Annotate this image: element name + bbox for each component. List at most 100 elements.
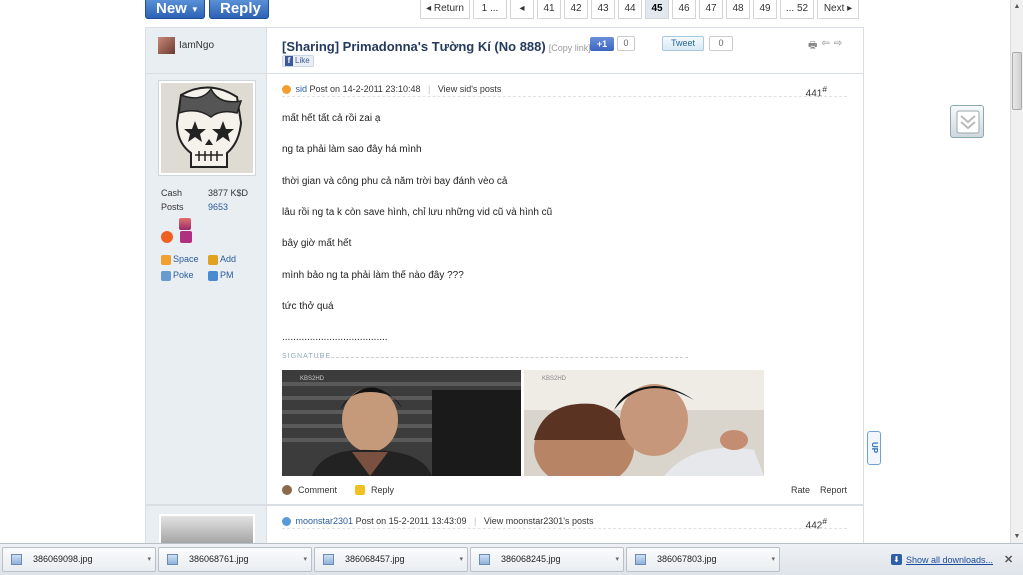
page-last[interactable]: ... 52 (780, 0, 814, 19)
chevron-down-icon[interactable]: ▾ (147, 548, 151, 571)
next-thread-icon[interactable]: ⇨ (834, 38, 842, 55)
page-prev[interactable]: ◂ (510, 0, 534, 19)
page-42[interactable]: 42 (564, 0, 588, 19)
reply-link[interactable]: Reply (371, 485, 394, 495)
facebook-like-button[interactable]: f Like (282, 55, 314, 67)
report-link[interactable]: Report (820, 485, 847, 495)
author-avatar[interactable] (159, 81, 255, 175)
post-number-hash-2: # (822, 516, 827, 526)
post-line-6: mình bảo ng ta phải làm thế nào đây ??? (282, 270, 464, 281)
image-file-icon (11, 554, 22, 565)
image-file-icon (167, 554, 178, 565)
signature-image-left: KBS2HD (282, 370, 521, 476)
download-item-2[interactable]: 386068761.jpg ▾ (158, 547, 312, 572)
author-avatar-2[interactable] (159, 514, 255, 543)
page-44[interactable]: 44 (618, 0, 642, 19)
chevron-down-icon[interactable]: ▾ (303, 548, 307, 571)
badge-flower-icon (180, 231, 192, 243)
thread-tools: 🖶 ⇦ ⇨ (808, 38, 842, 55)
starter-avatar[interactable] (158, 37, 175, 54)
thread-title-text: [Sharing] Primadonna's Tường Kí (No 888) (282, 39, 546, 54)
page-47[interactable]: 47 (699, 0, 723, 19)
reply-thread-button[interactable]: Reply (209, 0, 269, 19)
page-next[interactable]: Next ▸ (817, 0, 859, 19)
download-item-5[interactable]: 386067803.jpg ▾ (626, 547, 780, 572)
chevron-down-icon[interactable]: ▾ (459, 548, 463, 571)
stat-value-posts[interactable]: 9653 (208, 202, 228, 212)
page-48[interactable]: 48 (726, 0, 750, 19)
show-all-downloads-link[interactable]: Show all downloads... (906, 555, 993, 565)
download-item-1[interactable]: 386069098.jpg ▾ (2, 547, 156, 572)
chevron-down-icon[interactable]: ▾ (615, 548, 619, 571)
page-46[interactable]: 46 (672, 0, 696, 19)
vertical-scrollbar[interactable]: ▲ ▼ (1010, 0, 1023, 543)
add-friend-icon (208, 254, 218, 265)
stat-label-cash: Cash (161, 188, 183, 198)
page-return[interactable]: ◂ Return (420, 0, 470, 19)
post-number-value: 441 (805, 88, 823, 100)
author-panel: Cash 3877 K$D Posts 9653 Space Add Poke … (146, 74, 267, 504)
meta-divider (282, 96, 847, 97)
view-author-posts[interactable]: View sid's posts (438, 84, 502, 94)
post-actions-right: Rate Report (791, 485, 847, 495)
download-filename-5: 386067803.jpg (657, 554, 717, 564)
home-icon (161, 254, 171, 265)
post-number-2[interactable]: 442# (806, 516, 827, 531)
tweet-button[interactable]: Tweet (662, 36, 704, 51)
copy-link[interactable]: [Copy link] (549, 43, 591, 53)
post-author-2[interactable]: moonstar2301 (296, 516, 354, 526)
download-arrow-icon: ⬇ (891, 554, 902, 565)
chevron-down-icon: ▼ (190, 4, 199, 14)
rate-link[interactable]: Rate (791, 485, 810, 495)
floating-scroll-widget[interactable] (950, 105, 984, 138)
post-line-3: thời gian và công phu cả năm trời bay đá… (282, 176, 508, 187)
post-actions: Comment Reply (282, 485, 394, 495)
new-thread-button[interactable]: New ▼ (145, 0, 205, 19)
scroll-up-icon[interactable]: ▲ (1011, 0, 1023, 13)
add-friend-link[interactable]: Add (208, 254, 236, 265)
post-content-2: moonstar2301 Post on 15-2-2011 13:43:09 … (282, 506, 847, 543)
chevron-down-icon[interactable]: ▾ (771, 548, 775, 571)
post-author[interactable]: sid (296, 84, 308, 94)
author-panel-2 (146, 506, 267, 543)
post-meta-2: moonstar2301 Post on 15-2-2011 13:43:09 … (282, 516, 594, 527)
scroll-down-icon[interactable]: ▼ (1011, 530, 1023, 543)
download-filename-1: 386069098.jpg (33, 554, 93, 564)
back-to-top-button[interactable]: UP (867, 431, 881, 465)
space-label: Space (173, 254, 199, 264)
browser-viewport: New ▼ Reply ◂ Return 1 ... ◂ 41 42 43 44 … (0, 0, 1010, 543)
page-43[interactable]: 43 (591, 0, 615, 19)
medal-icon (179, 218, 191, 230)
print-icon[interactable]: 🖶 (808, 38, 817, 55)
comment-link[interactable]: Comment (298, 485, 337, 495)
post-line-4: lâu rồi ng ta k còn save hình, chỉ lưu n… (282, 207, 553, 218)
previous-thread-icon[interactable]: ⇦ (821, 38, 829, 55)
post-441: Cash 3877 K$D Posts 9653 Space Add Poke … (145, 73, 864, 505)
post-content: sid Post on 14-2-2011 23:10:48 | View si… (282, 74, 847, 504)
download-item-3[interactable]: 386068457.jpg ▾ (314, 547, 468, 572)
online-status-icon (282, 85, 291, 95)
page-first[interactable]: 1 ... (473, 0, 507, 19)
post-number[interactable]: 441# (806, 84, 827, 99)
post-line-7: tức thở quá (282, 301, 334, 312)
add-label: Add (220, 254, 237, 264)
signature-photo-1 (282, 370, 521, 476)
post-442: moonstar2301 Post on 15-2-2011 13:43:09 … (145, 505, 864, 543)
post-line-5: bây giờ mất hết (282, 238, 352, 249)
download-item-4[interactable]: 386068245.jpg ▾ (470, 547, 624, 572)
starter-name[interactable]: IamNgo (179, 40, 214, 51)
pm-label: PM (220, 270, 234, 280)
close-icon[interactable]: ✕ (1004, 553, 1013, 566)
poke-link[interactable]: Poke (161, 270, 194, 281)
stat-label-posts: Posts (161, 202, 184, 212)
downloads-bar: 386069098.jpg ▾ 386068761.jpg ▾ 386068457.… (0, 543, 1023, 575)
page-49[interactable]: 49 (753, 0, 777, 19)
post-number-hash: # (822, 84, 827, 94)
skull-avatar-image (161, 83, 253, 173)
google-plus-one-button[interactable]: +1 (590, 37, 614, 51)
pm-link[interactable]: PM (208, 270, 234, 281)
view-author-posts-2[interactable]: View moonstar2301's posts (484, 516, 594, 526)
space-link[interactable]: Space (161, 254, 199, 265)
page-41[interactable]: 41 (537, 0, 561, 19)
scroll-thumb[interactable] (1012, 52, 1022, 110)
